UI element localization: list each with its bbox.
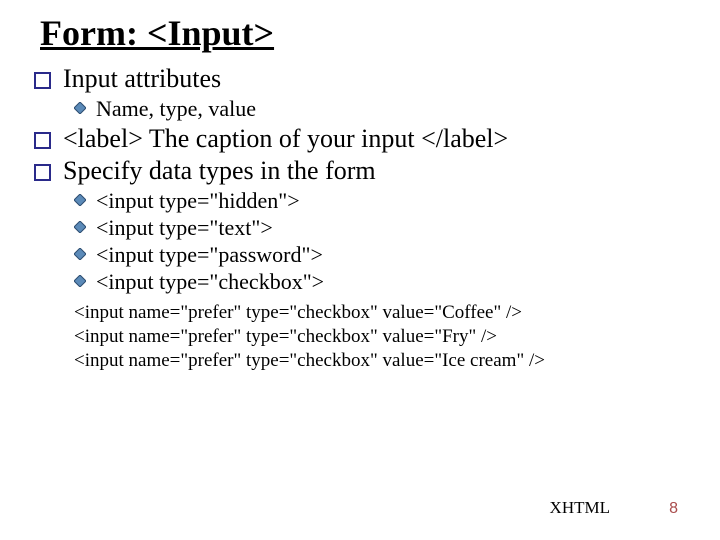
bullet-specify-types: Specify data types in the form (34, 156, 690, 186)
square-bullet-icon (34, 132, 51, 149)
slide-title: Form: <Input> (40, 12, 690, 54)
bullet-text: Name, type, value (96, 96, 256, 122)
bullet-text: <label> The caption of your input </labe… (63, 124, 508, 154)
diamond-bullet-icon (74, 221, 86, 233)
subbullet-password: <input type="password"> (74, 242, 690, 268)
bullet-text: <input type="text"> (96, 215, 273, 241)
subbullet-checkbox: <input type="checkbox"> (74, 269, 690, 295)
bullet-text: <input type="checkbox"> (96, 269, 324, 295)
slide: Form: <Input> Input attributes Name, typ… (0, 0, 720, 540)
footer-label: XHTML (550, 498, 610, 518)
subbullet-hidden: <input type="hidden"> (74, 188, 690, 214)
bullet-input-attributes: Input attributes (34, 64, 690, 94)
bullet-text: Input attributes (63, 64, 221, 94)
subbullet-text: <input type="text"> (74, 215, 690, 241)
code-example: <input name="prefer" type="checkbox" val… (74, 301, 690, 372)
bullet-label-caption: <label> The caption of your input </labe… (34, 124, 690, 154)
diamond-bullet-icon (74, 194, 86, 206)
bullet-text: Specify data types in the form (63, 156, 376, 186)
diamond-bullet-icon (74, 275, 86, 287)
code-line: <input name="prefer" type="checkbox" val… (74, 301, 690, 325)
subbullet-name-type-value: Name, type, value (74, 96, 690, 122)
code-line: <input name="prefer" type="checkbox" val… (74, 325, 690, 349)
code-line: <input name="prefer" type="checkbox" val… (74, 349, 690, 373)
square-bullet-icon (34, 72, 51, 89)
diamond-bullet-icon (74, 102, 86, 114)
bullet-text: <input type="password"> (96, 242, 323, 268)
square-bullet-icon (34, 164, 51, 181)
bullet-text: <input type="hidden"> (96, 188, 300, 214)
page-number: 8 (669, 500, 678, 518)
diamond-bullet-icon (74, 248, 86, 260)
